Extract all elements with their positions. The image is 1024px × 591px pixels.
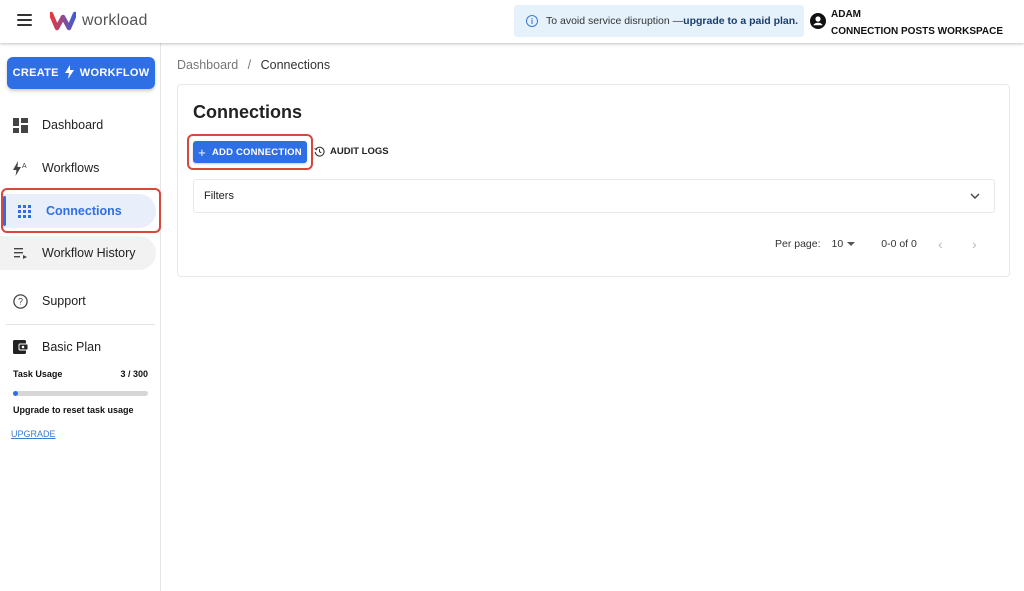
- svg-text:?: ?: [17, 296, 22, 306]
- sidebar-item-label: Dashboard: [42, 118, 104, 132]
- task-usage-label: Task Usage: [13, 369, 63, 379]
- per-page-select[interactable]: 10: [832, 238, 856, 250]
- breadcrumb-root[interactable]: Dashboard: [177, 58, 238, 72]
- sidebar-item-support[interactable]: ? Support: [0, 284, 156, 318]
- grid-icon: [16, 203, 32, 219]
- top-bar: workload i To avoid service disruption —…: [0, 0, 1024, 43]
- account-user: ADAM: [831, 9, 861, 20]
- sidebar: CREATE WORKFLOW Dashboard A Workflows Co…: [0, 43, 161, 591]
- upgrade-link[interactable]: UPGRADE: [11, 429, 56, 439]
- add-connection-button[interactable]: + ADD CONNECTION: [193, 141, 307, 163]
- account-workspace: CONNECTION POSTS WORKSPACE: [831, 26, 1004, 37]
- page-title: Connections: [193, 102, 303, 122]
- upgrade-notice: i To avoid service disruption — upgrade …: [514, 5, 804, 37]
- logo-icon: [50, 11, 76, 31]
- caret-down-icon: [847, 242, 856, 246]
- sidebar-item-label: Support: [42, 294, 86, 308]
- breadcrumb-current: Connections: [260, 58, 331, 72]
- sidebar-item-label: Workflows: [42, 161, 100, 175]
- wallet-icon: [12, 339, 28, 355]
- per-page-label: Per page:: [775, 238, 821, 250]
- sidebar-divider: [6, 324, 155, 325]
- breadcrumb-separator: /: [247, 58, 252, 72]
- info-icon: i: [526, 15, 538, 27]
- dashboard-icon: [12, 117, 28, 133]
- audit-logs-button[interactable]: AUDIT LOGS: [314, 146, 389, 157]
- sidebar-item-dashboard[interactable]: Dashboard: [0, 108, 156, 142]
- upgrade-note: Upgrade to reset task usage: [13, 405, 134, 415]
- create-label: CREATE: [12, 67, 59, 79]
- sidebar-item-connections[interactable]: Connections: [3, 194, 156, 228]
- chevron-down-icon: [970, 193, 980, 199]
- filters-label: Filters: [204, 190, 234, 202]
- breadcrumb: Dashboard / Connections: [177, 58, 330, 72]
- account-circle-icon: [810, 13, 826, 29]
- bolt-icon: [64, 64, 74, 82]
- per-page-value: 10: [831, 238, 844, 250]
- notice-upgrade-link[interactable]: upgrade to a paid plan.: [683, 15, 798, 27]
- svg-text:A: A: [22, 163, 27, 170]
- audit-logs-label: AUDIT LOGS: [330, 146, 389, 157]
- sidebar-item-label: Connections: [46, 204, 122, 218]
- app-name: workload: [82, 12, 148, 29]
- plus-icon: +: [198, 144, 206, 160]
- menu-icon[interactable]: [17, 14, 32, 26]
- help-icon: ?: [12, 293, 28, 309]
- workflow-label: WORKFLOW: [79, 67, 150, 79]
- active-indicator: [3, 196, 6, 226]
- task-usage-count: 3 / 300: [120, 369, 148, 379]
- notice-text: To avoid service disruption —: [546, 15, 684, 27]
- history-clock-icon: [314, 146, 325, 157]
- task-usage-bar: [13, 391, 148, 396]
- page-range: 0-0 of 0: [881, 238, 917, 250]
- create-workflow-button[interactable]: CREATE WORKFLOW: [7, 57, 155, 89]
- account-menu[interactable]: ADAM CONNECTION POSTS WORKSPACE: [810, 6, 1003, 40]
- sidebar-item-label: Workflow History: [42, 246, 136, 260]
- sidebar-item-basic-plan[interactable]: Basic Plan: [0, 330, 156, 364]
- prev-page-icon[interactable]: ‹: [938, 236, 943, 252]
- sidebar-item-label: Basic Plan: [42, 340, 102, 354]
- pagination: Per page: 10 0-0 of 0: [775, 238, 917, 250]
- workflows-icon: A: [12, 160, 28, 176]
- task-usage: Task Usage 3 / 300: [13, 369, 148, 379]
- next-page-icon[interactable]: ›: [972, 236, 977, 252]
- connections-card: Connections + ADD CONNECTION AUDIT LOGS …: [177, 84, 1010, 277]
- sidebar-item-workflow-history[interactable]: Workflow History: [0, 236, 156, 270]
- app-logo[interactable]: workload: [50, 11, 148, 31]
- filters-accordion[interactable]: Filters: [193, 179, 995, 213]
- task-usage-fill: [13, 391, 19, 396]
- sidebar-item-workflows[interactable]: A Workflows: [0, 151, 156, 185]
- history-list-icon: [12, 245, 28, 261]
- add-connection-label: ADD CONNECTION: [211, 146, 302, 158]
